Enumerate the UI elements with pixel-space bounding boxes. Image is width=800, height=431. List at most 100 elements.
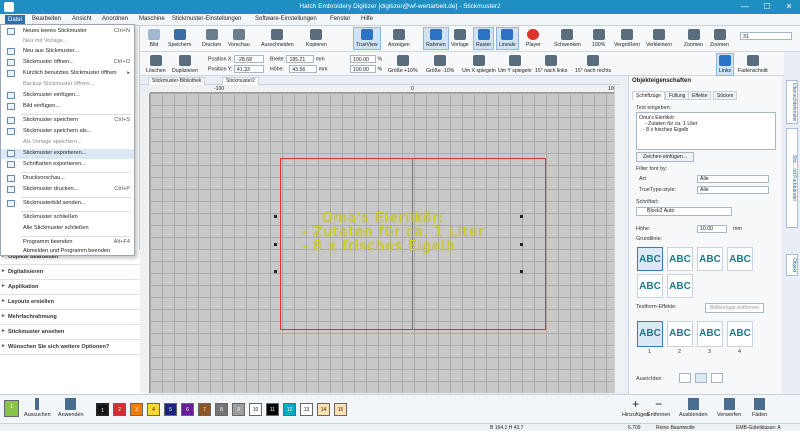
effect-option-1[interactable]: ABC bbox=[637, 321, 663, 347]
rotate-right-button[interactable]: 15° nach rechts bbox=[575, 55, 611, 74]
menu-item-print[interactable]: Stickmuster drucken... Ctrl+P bbox=[1, 185, 134, 195]
toolbox-create-layouts[interactable]: Layouts erstellen bbox=[0, 295, 146, 310]
grid-button[interactable]: Raster bbox=[473, 27, 495, 50]
height-percent-field[interactable]: 100.00 % bbox=[350, 65, 382, 73]
art-select[interactable]: Alle bbox=[697, 175, 769, 183]
zoom-button[interactable]: Zoomen bbox=[684, 29, 703, 48]
sidetab-object[interactable]: Objekt bbox=[786, 254, 798, 276]
cut-button[interactable]: Ausschneiden bbox=[261, 29, 294, 48]
mirror-y-button[interactable]: Um Y spiegeln bbox=[498, 55, 532, 74]
pan-button[interactable]: Schwenken bbox=[554, 29, 581, 48]
color-current[interactable]: 1 bbox=[4, 400, 19, 417]
position-y-field[interactable]: Position Y: 41.33 bbox=[208, 65, 264, 73]
menu-item-logout-exit[interactable]: Abmelden und Programm beenden bbox=[1, 247, 134, 257]
sidetab-overview[interactable]: Übersichtsfenster bbox=[786, 80, 798, 124]
zoom-box-button[interactable]: Zoomen bbox=[710, 29, 729, 48]
tab-stitch[interactable]: Sticken bbox=[713, 91, 738, 100]
bild-button[interactable]: Bild bbox=[148, 29, 160, 48]
toolbox-multi-hooping[interactable]: Mehrfachrahmung bbox=[0, 310, 146, 325]
menu-anordnen[interactable]: Anordnen bbox=[102, 16, 128, 22]
selection-handle[interactable] bbox=[520, 243, 523, 246]
menu-item-close[interactable]: Stickmuster schließen bbox=[1, 213, 134, 223]
baseline-option-6[interactable]: ABC bbox=[667, 274, 693, 298]
discard-button[interactable]: Verwerfen bbox=[717, 398, 741, 418]
align-left-button[interactable]: Links bbox=[716, 53, 735, 76]
copy-button[interactable]: Kopieren bbox=[306, 29, 327, 48]
menu-item-new-from-design[interactable]: Neu aus Stickmuster... bbox=[1, 47, 134, 57]
width-percent-field[interactable]: 100.00 % bbox=[350, 55, 382, 63]
selection-handle[interactable] bbox=[520, 215, 523, 218]
trim-button[interactable]: Fadenschnitt bbox=[738, 55, 768, 74]
color-slot-7[interactable]: 7 bbox=[198, 403, 211, 416]
player-button[interactable]: Player bbox=[526, 29, 541, 48]
position-x-field[interactable]: Position X: -28.68 bbox=[208, 55, 265, 63]
color-slot-14[interactable]: 14 bbox=[317, 403, 330, 416]
zoom-100-button[interactable]: 100% bbox=[592, 29, 605, 48]
hoop-button[interactable]: Rahmen bbox=[423, 27, 449, 50]
menu-item-print-preview[interactable]: Druckvorschau... bbox=[1, 174, 134, 184]
selection-handle[interactable] bbox=[274, 215, 277, 218]
baseline-option-5[interactable]: ABC bbox=[637, 274, 663, 298]
effect-option-4[interactable]: ABC bbox=[727, 321, 753, 347]
menu-item-export-fonts[interactable]: Schriftarten exportieren... bbox=[1, 160, 134, 170]
menu-fenster[interactable]: Fenster bbox=[330, 16, 350, 22]
minimize-button[interactable]: — bbox=[734, 0, 756, 14]
rulers-button[interactable]: Lineale bbox=[496, 27, 519, 50]
height-field[interactable]: Höhe: 43.56 mm bbox=[270, 65, 327, 73]
close-button[interactable]: ✕ bbox=[778, 0, 800, 14]
vertical-scrollbar[interactable] bbox=[614, 85, 624, 393]
menu-item-insert-design[interactable]: Stickmuster einfügen... bbox=[1, 91, 134, 101]
size-plus-button[interactable]: Größe +10% bbox=[388, 55, 418, 74]
menu-item-save[interactable]: Stickmuster speichern Ctrl+S bbox=[1, 116, 134, 126]
toolbox-view-design[interactable]: Stickmuster ansehen bbox=[0, 325, 146, 340]
color-slot-6[interactable]: 6 bbox=[181, 403, 194, 416]
color-slot-4[interactable]: 4 bbox=[147, 403, 160, 416]
color-slot-9[interactable]: 9 bbox=[232, 403, 245, 416]
color-slot-8[interactable]: 8 bbox=[215, 403, 228, 416]
menu-ansicht[interactable]: Ansicht bbox=[72, 16, 92, 22]
tab-effects[interactable]: Effekte bbox=[688, 91, 712, 100]
truetype-select[interactable]: Alle bbox=[697, 186, 769, 194]
show-button[interactable]: Anzeigen bbox=[388, 29, 410, 48]
baseline-option-3[interactable]: ABC bbox=[697, 247, 723, 271]
tab-stickmuster2[interactable]: Stickmuster2 bbox=[222, 77, 259, 85]
align-center-icon[interactable] bbox=[695, 373, 707, 383]
print-button[interactable]: Drucken bbox=[202, 29, 221, 48]
delete-button[interactable]: Löschen bbox=[146, 55, 166, 74]
maximize-button[interactable]: ☐ bbox=[756, 0, 778, 14]
apply-color-button[interactable]: Anwenden bbox=[58, 398, 83, 418]
duplicate-button[interactable]: Duplizieren bbox=[172, 55, 198, 74]
color-slot-5[interactable]: 5 bbox=[164, 403, 177, 416]
menu-item-insert-image[interactable]: Bild einfügen... bbox=[1, 102, 134, 112]
hide-button[interactable]: Ausblenden bbox=[679, 398, 707, 418]
color-slot-3[interactable]: 3 bbox=[130, 403, 143, 416]
toolbox-digitize[interactable]: Digitalisieren bbox=[0, 265, 146, 280]
effect-option-2[interactable]: ABC bbox=[667, 321, 693, 347]
color-slot-2[interactable]: 2 bbox=[113, 403, 126, 416]
embroidery-text-object[interactable]: Oma's Eierlikör: - Zutaten für ca. 1 Lit… bbox=[302, 211, 485, 253]
threads-button[interactable]: Fäden bbox=[752, 398, 767, 418]
menu-item-open[interactable]: Stickmuster öffnen... Ctrl+O bbox=[1, 58, 134, 68]
height-input[interactable]: 10.00 bbox=[697, 225, 727, 233]
font-select[interactable]: Block2 Auto bbox=[636, 207, 732, 216]
baseline-option-2[interactable]: ABC bbox=[667, 247, 693, 271]
effect-option-3[interactable]: ABC bbox=[697, 321, 723, 347]
align-left-icon[interactable] bbox=[679, 373, 691, 383]
size-minus-button[interactable]: Größe -10% bbox=[426, 55, 454, 74]
tab-design-library[interactable]: Stickmuster-Bibliothek bbox=[148, 77, 206, 85]
remove-color-button[interactable]: − Entfernen bbox=[647, 398, 670, 418]
color-slot-13[interactable]: 13 bbox=[300, 403, 313, 416]
selection-handle[interactable] bbox=[274, 270, 277, 273]
color-slot-11[interactable]: 11 bbox=[266, 403, 279, 416]
color-slot-1[interactable]: 1 bbox=[96, 403, 109, 416]
preview-button[interactable]: Vorschau bbox=[228, 29, 250, 48]
width-field[interactable]: Breite: 185.21 mm bbox=[270, 55, 325, 63]
menu-stickmuster-einstellungen[interactable]: Stickmuster-Einstellungen bbox=[172, 16, 241, 22]
color-slot-15[interactable]: 15 bbox=[334, 403, 347, 416]
save-button[interactable]: Speichern bbox=[168, 29, 191, 48]
zoom-in-button[interactable]: Vergrößern bbox=[614, 29, 640, 48]
menu-item-export[interactable]: Stickmuster exportieren... bbox=[1, 149, 134, 159]
menu-item-new-empty[interactable]: Neues leeres Stickmuster Ctrl+N bbox=[1, 27, 134, 37]
zoom-select[interactable]: 31 bbox=[740, 32, 792, 40]
menu-bearbeiten[interactable]: Bearbeiten bbox=[32, 16, 61, 22]
